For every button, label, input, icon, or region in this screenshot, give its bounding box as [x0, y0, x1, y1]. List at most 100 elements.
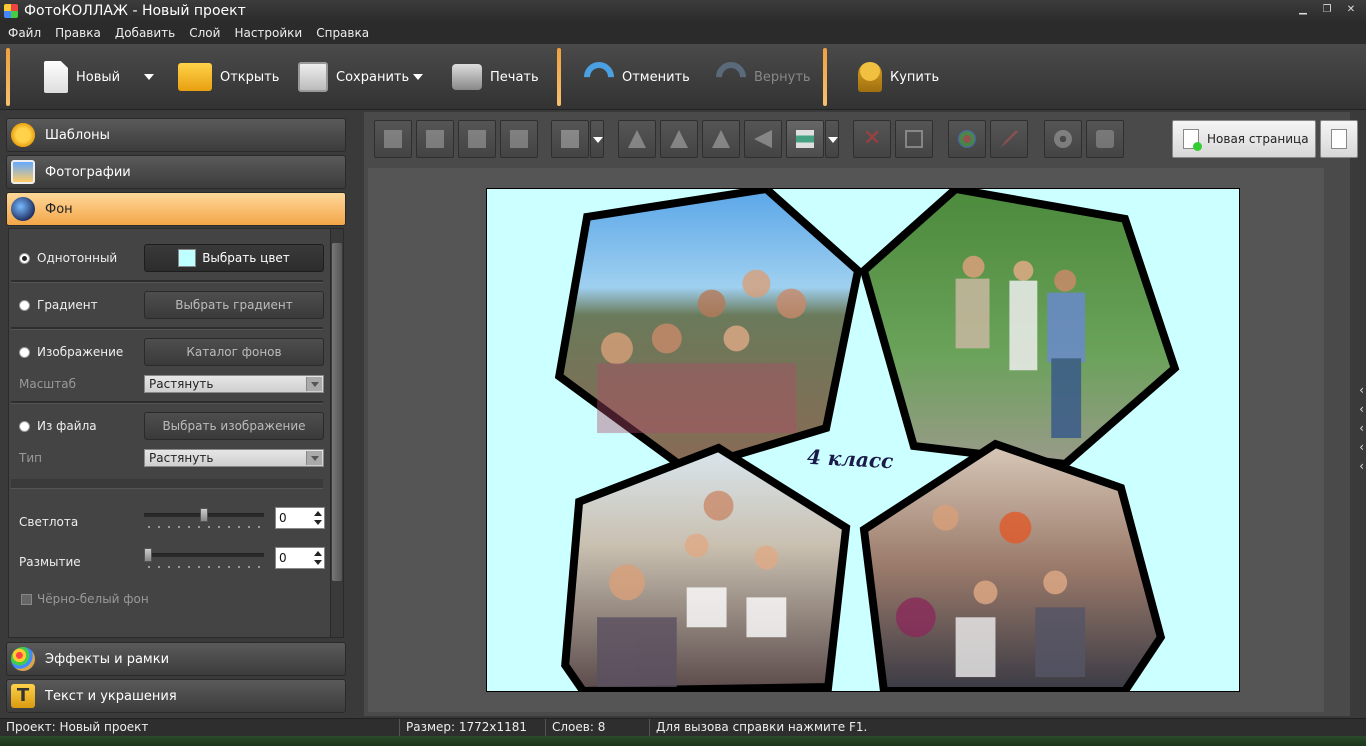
- side-collapse-arrows[interactable]: ‹ ‹ ‹ ‹ ‹: [1359, 384, 1364, 473]
- section-effects[interactable]: Эффекты и рамки: [6, 642, 346, 676]
- menu-help[interactable]: Справка: [316, 26, 369, 40]
- brightness-label: Светлота: [19, 515, 79, 529]
- choose-gradient-button[interactable]: Выбрать градиент: [144, 291, 324, 319]
- slider-handle[interactable]: [144, 548, 152, 562]
- background-catalog-button[interactable]: Каталог фонов: [144, 338, 324, 366]
- status-bar: Проект: Новый проект Размер: 1772x1181 С…: [0, 718, 1366, 736]
- collage-caption[interactable]: 4 класс: [806, 445, 894, 473]
- palette-icon: [11, 647, 35, 671]
- chevron-left-icon[interactable]: ‹: [1359, 403, 1364, 416]
- chevron-down-icon[interactable]: [314, 560, 322, 565]
- send-backward-button[interactable]: [458, 120, 496, 158]
- slider-handle[interactable]: [200, 508, 208, 522]
- chevron-up-icon[interactable]: [314, 511, 322, 516]
- section-background[interactable]: Фон: [6, 192, 346, 226]
- bw-label: Чёрно-белый фон: [37, 592, 149, 606]
- scale-select[interactable]: Растянуть: [144, 375, 324, 393]
- flip-vertical-button[interactable]: [744, 120, 782, 158]
- star-icon: [11, 123, 35, 147]
- chevron-down-icon[interactable]: [314, 520, 322, 525]
- rotate-left-button[interactable]: [618, 120, 656, 158]
- chevron-left-icon[interactable]: ‹: [1359, 460, 1364, 473]
- new-dropdown-button[interactable]: [144, 52, 154, 102]
- menu-layer[interactable]: Слой: [189, 26, 220, 40]
- section-templates[interactable]: Шаблоны: [6, 118, 346, 152]
- toolbar-separator: [823, 48, 827, 106]
- menu-edit[interactable]: Правка: [55, 26, 101, 40]
- close-icon[interactable]: ✕: [1344, 3, 1358, 17]
- blur-value: 0: [279, 551, 287, 565]
- lock-button[interactable]: [1086, 120, 1124, 158]
- fit-to-page-button[interactable]: [786, 120, 824, 158]
- menu-file[interactable]: Файл: [8, 26, 41, 40]
- page-settings-button[interactable]: [1320, 120, 1358, 158]
- workspace: ✕ Новая страница 4 класс: [364, 112, 1358, 716]
- rotate-right-button[interactable]: [660, 120, 698, 158]
- choose-image-button[interactable]: Выбрать изображение: [144, 412, 324, 440]
- new-page-button[interactable]: Новая страница: [1172, 120, 1316, 158]
- bring-forward-button[interactable]: [416, 120, 454, 158]
- brush-icon: [1000, 130, 1018, 148]
- brightness-slider[interactable]: [144, 508, 264, 522]
- menu-add[interactable]: Добавить: [115, 26, 175, 40]
- edit-button[interactable]: [990, 120, 1028, 158]
- chevron-left-icon[interactable]: ‹: [1359, 441, 1364, 454]
- section-effects-label: Эффекты и рамки: [45, 651, 170, 667]
- blur-stepper[interactable]: 0: [275, 547, 325, 569]
- undo-button[interactable]: Отменить: [577, 52, 690, 102]
- minimize-icon[interactable]: ▁: [1296, 3, 1310, 17]
- scrollbar-thumb[interactable]: [332, 243, 342, 581]
- photos-icon: [11, 160, 35, 184]
- layer-backward-icon: [468, 130, 486, 148]
- open-button[interactable]: Открыть: [178, 52, 279, 102]
- section-text[interactable]: T Текст и украшения: [6, 679, 346, 713]
- send-to-back-button[interactable]: [500, 120, 538, 158]
- choose-color-label: Выбрать цвет: [202, 251, 290, 265]
- solid-radio[interactable]: [19, 253, 30, 264]
- choose-color-button[interactable]: Выбрать цвет: [144, 244, 324, 272]
- image-radio[interactable]: [19, 347, 30, 358]
- bw-checkbox[interactable]: [21, 594, 32, 605]
- fit-dropdown-button[interactable]: [825, 120, 839, 158]
- flip-horizontal-button[interactable]: [702, 120, 740, 158]
- new-file-icon: [44, 61, 68, 93]
- align-dropdown-button[interactable]: [590, 120, 604, 158]
- type-select[interactable]: Растянуть: [144, 449, 324, 467]
- photo-school-girls[interactable]: [859, 439, 1166, 691]
- redo-button[interactable]: Вернуть: [709, 52, 811, 102]
- brightness-stepper[interactable]: 0: [275, 507, 325, 529]
- align-icon: [561, 130, 579, 148]
- crop-button[interactable]: [895, 120, 933, 158]
- gradient-label: Градиент: [37, 298, 98, 312]
- new-button[interactable]: Новый: [44, 52, 120, 102]
- chevron-up-icon[interactable]: [314, 551, 322, 556]
- chevron-left-icon[interactable]: ‹: [1359, 422, 1364, 435]
- menu-settings[interactable]: Настройки: [234, 26, 302, 40]
- delete-button[interactable]: ✕: [853, 120, 891, 158]
- rotate-left-icon: [628, 130, 646, 148]
- title-bar: ФотоКОЛЛАЖ - Новый проект ▁ ❐ ✕: [0, 0, 1366, 22]
- keys-icon: [858, 62, 882, 92]
- section-photos[interactable]: Фотографии: [6, 155, 346, 189]
- from-file-radio[interactable]: [19, 421, 30, 432]
- settings-button[interactable]: [1044, 120, 1082, 158]
- collage-page[interactable]: 4 класс: [486, 188, 1240, 692]
- align-button[interactable]: [551, 120, 589, 158]
- divider: [11, 479, 323, 489]
- blur-slider[interactable]: [144, 548, 264, 562]
- buy-button[interactable]: Купить: [858, 52, 939, 102]
- app-logo-icon: [4, 4, 18, 18]
- save-dropdown-button[interactable]: [413, 52, 423, 102]
- bring-to-front-button[interactable]: [374, 120, 412, 158]
- effects-button[interactable]: [948, 120, 986, 158]
- options-scrollbar[interactable]: [330, 228, 344, 638]
- gradient-radio[interactable]: [19, 300, 30, 311]
- printer-icon: [452, 64, 482, 90]
- chevron-left-icon[interactable]: ‹: [1359, 384, 1364, 397]
- status-hint: Для вызова справки нажмите F1.: [656, 720, 868, 734]
- print-button[interactable]: Печать: [452, 52, 539, 102]
- save-button[interactable]: Сохранить: [298, 52, 409, 102]
- maximize-icon[interactable]: ❐: [1320, 3, 1334, 17]
- layer-back-icon: [510, 130, 528, 148]
- divider: [11, 280, 323, 283]
